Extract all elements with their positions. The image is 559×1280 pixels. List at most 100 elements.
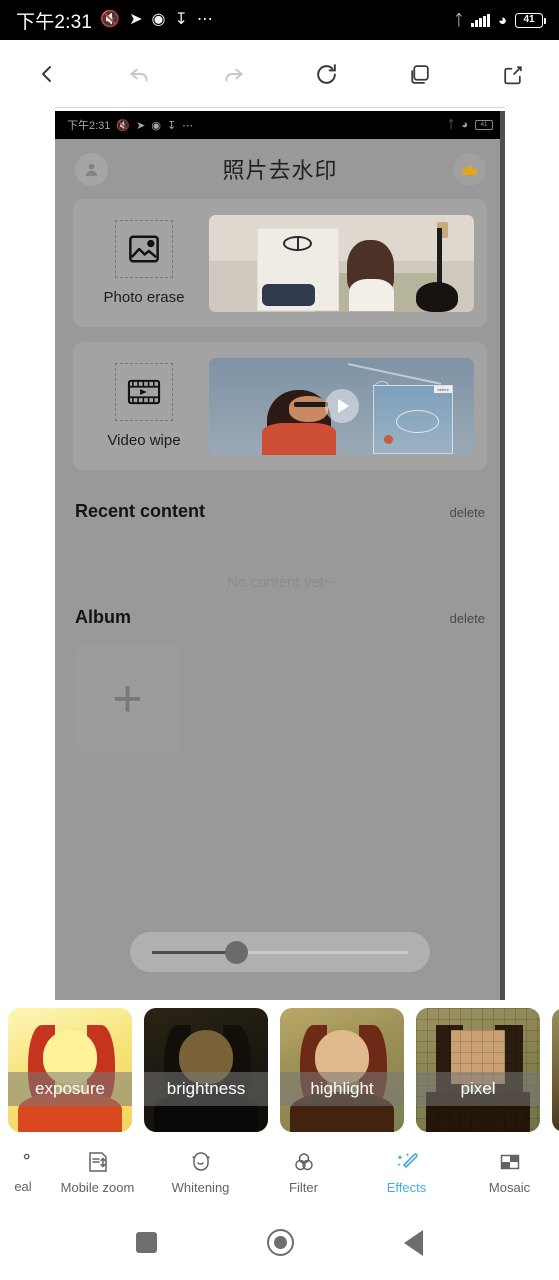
image-placeholder-icon [115, 220, 173, 278]
toolbar-divider [55, 107, 505, 108]
video-wipe-card-left: Video wipe [79, 363, 209, 449]
tab-heal[interactable]: eal [0, 1139, 46, 1205]
editor-tool-tabs[interactable]: eal Mobile zoom Whitening Filter Effects… [0, 1139, 559, 1205]
tabs-button[interactable] [373, 40, 466, 108]
mute-icon: 🔇 [100, 11, 121, 28]
mobile-zoom-icon [86, 1150, 110, 1174]
play-icon [324, 389, 359, 423]
tab-label: Whitening [171, 1179, 230, 1195]
photo-erase-label: Photo erase [103, 289, 185, 306]
screenshot-status-left: 下午2:31 🔇 ➤ ◉ ↧ ⋯ [67, 117, 193, 133]
undo-button[interactable] [93, 40, 186, 108]
battery-icon: 41 [515, 12, 546, 28]
tab-whitening[interactable]: Whitening [149, 1139, 252, 1205]
effect-label: pixel [416, 1071, 540, 1106]
chat-icon: ◉ [151, 11, 166, 28]
video-wipe-thumbnail: before [209, 357, 474, 455]
effect-thumbnail[interactable]: highlight [280, 1007, 404, 1132]
refresh-button[interactable] [280, 40, 373, 108]
screenshot-status-right: ᛏ ◕ 41 [448, 119, 493, 131]
circle-home-icon[interactable] [267, 1229, 294, 1256]
photo-erase-thumbnail [209, 214, 474, 312]
tab-label: Mosaic [488, 1179, 531, 1195]
heal-icon [12, 1151, 34, 1173]
more-icon: ⋯ [182, 119, 194, 132]
crown-icon[interactable] [453, 153, 486, 186]
screenshot-scrollbar[interactable] [500, 111, 505, 1000]
effect-thumbnail[interactable]: exposure [8, 1007, 132, 1132]
recent-content-delete-button[interactable]: delete [450, 505, 485, 520]
magic-wand-icon [395, 1150, 419, 1174]
system-status-bar: 下午2:31 🔇 ➤ ◉ ↧ ⋯ ᛏ ◕ 41 [0, 0, 559, 40]
back-button[interactable] [0, 40, 93, 108]
filter-circles-icon [292, 1150, 316, 1174]
screenshot-status-bar: 下午2:31 🔇 ➤ ◉ ↧ ⋯ ᛏ ◕ 41 [55, 111, 505, 139]
slider-track [152, 940, 408, 964]
screenshot-status-time: 下午2:31 [67, 120, 111, 132]
share-button[interactable] [466, 40, 559, 108]
video-wipe-card[interactable]: Video wipe before [73, 342, 487, 470]
effect-thumbnail[interactable]: pixel [416, 1007, 540, 1132]
page-title: 照片去水印 [222, 158, 338, 183]
chat-icon: ◉ [151, 119, 161, 132]
battery-level: 41 [523, 14, 535, 25]
signal-icon [471, 13, 490, 27]
status-bar-notification-icons: 🔇 ➤ ◉ ↧ ⋯ [100, 12, 213, 28]
tab-effects[interactable]: Effects [355, 1139, 458, 1205]
effect-label: brightness [144, 1071, 268, 1106]
bluetooth-icon: ᛏ [447, 119, 455, 131]
album-title: Album [75, 607, 131, 627]
tab-label: Filter [289, 1179, 318, 1195]
tab-label: Mobile zoom [60, 1179, 135, 1195]
recent-content-title: Recent content [75, 501, 206, 521]
download-icon: ↧ [174, 11, 188, 28]
tab-label: Effects [386, 1179, 427, 1195]
browser-toolbar [0, 40, 559, 108]
telegram-icon: ➤ [136, 119, 146, 132]
face-whitening-icon [189, 1150, 213, 1174]
bluetooth-icon: ᛏ [454, 11, 464, 29]
album-header: Album delete [55, 591, 505, 628]
album-grid [55, 628, 505, 751]
wifi-icon: ◕ [497, 11, 507, 29]
embedded-screenshot[interactable]: 下午2:31 🔇 ➤ ◉ ↧ ⋯ ᛏ ◕ 41 照片去水印 Photo eras… [55, 111, 505, 1000]
screen-root: 下午2:31 🔇 ➤ ◉ ↧ ⋯ ᛏ ◕ 41 下午2:31 🔇 ➤ ◉ ↧ ⋯… [0, 0, 559, 1280]
photo-erase-card[interactable]: Photo erase [73, 199, 487, 327]
redo-button[interactable] [186, 40, 279, 108]
effect-thumbnail-partial[interactable] [552, 1007, 559, 1132]
battery-icon: 41 [475, 120, 493, 130]
album-add-tile[interactable] [75, 646, 180, 751]
effects-filmstrip[interactable]: exposure brightness highlight pixel [0, 1000, 559, 1139]
wifi-icon: ◕ [461, 119, 468, 131]
slider-fill [152, 950, 237, 954]
slider-thumb[interactable] [224, 940, 248, 964]
effect-label: highlight [280, 1071, 404, 1106]
triangle-back-icon[interactable] [404, 1229, 423, 1256]
inset-tag: before [434, 385, 452, 393]
tab-mobile-zoom[interactable]: Mobile zoom [46, 1139, 149, 1205]
brush-size-slider[interactable] [130, 932, 430, 972]
video-wipe-label: Video wipe [107, 432, 181, 449]
recent-content-header: Recent content delete [55, 485, 505, 522]
album-delete-button[interactable]: delete [450, 611, 485, 626]
recent-content-empty-text: No content yet~ [227, 574, 333, 591]
square-recents-icon[interactable] [136, 1232, 157, 1253]
app-header: 照片去水印 [55, 139, 505, 199]
person-avatar-icon[interactable] [75, 153, 108, 186]
effect-label: exposure [8, 1071, 132, 1106]
battery-level: 41 [480, 122, 488, 128]
more-icon: ⋯ [196, 11, 213, 28]
film-strip-icon [115, 363, 173, 421]
tab-mosaic[interactable]: Mosaic [458, 1139, 559, 1205]
status-bar-time: 下午2:31 [16, 11, 93, 33]
telegram-icon: ➤ [129, 11, 143, 28]
effect-thumbnail[interactable]: brightness [144, 1007, 268, 1132]
photo-erase-card-left: Photo erase [79, 220, 209, 306]
mosaic-icon [498, 1150, 522, 1174]
tab-filter[interactable]: Filter [252, 1139, 355, 1205]
android-nav-bar [0, 1205, 559, 1280]
mute-icon: 🔇 [116, 119, 131, 132]
tab-label: eal [14, 1178, 32, 1194]
status-bar-system-icons: ᛏ ◕ 41 [454, 11, 546, 29]
download-icon: ↧ [166, 119, 177, 132]
